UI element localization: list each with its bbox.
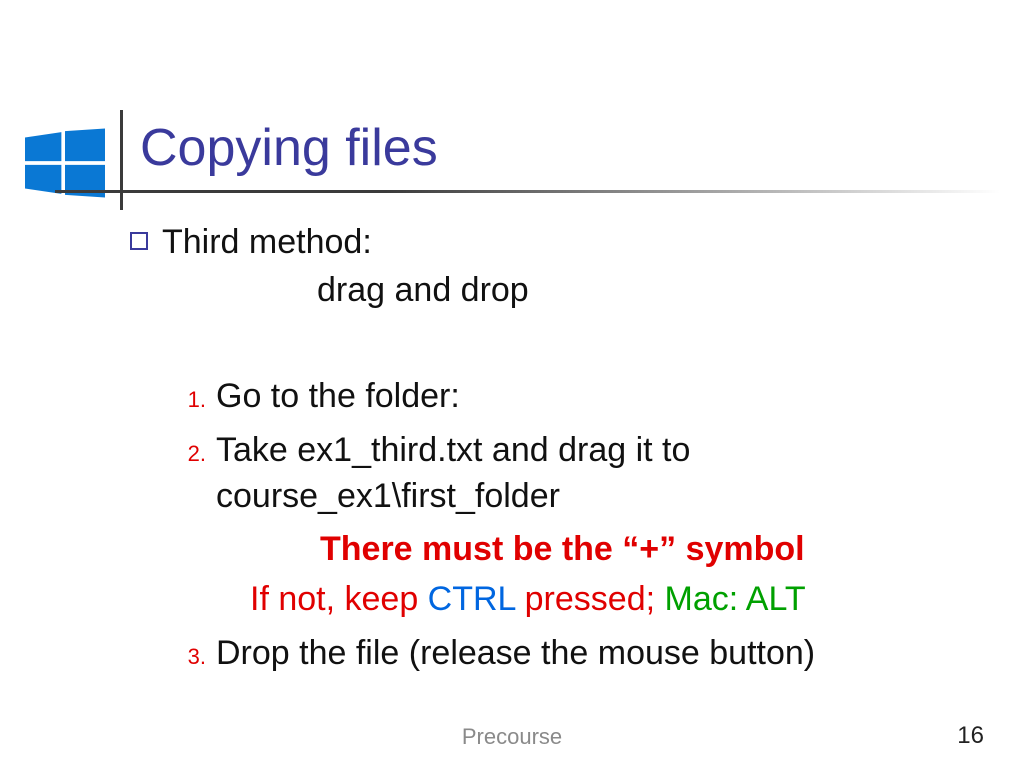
bullet-text: Third method: drag and drop	[162, 220, 980, 314]
step-number: 1.	[180, 374, 206, 415]
step-number: 3.	[180, 631, 206, 672]
step-text: Take ex1_third.txt and drag it to course…	[216, 428, 980, 520]
bullet-sub: drag and drop	[162, 268, 980, 314]
slide-title: Copying files	[140, 118, 438, 178]
hint-mid: pressed;	[515, 580, 664, 618]
hint-ctrl: CTRL	[428, 580, 516, 618]
slide-header: Copying files	[0, 110, 1024, 210]
step-text: Drop the file (release the mouse button)	[216, 631, 980, 677]
hint-line: If not, keep CTRL pressed; Mac: ALT	[250, 577, 980, 623]
hint-pre: If not, keep	[250, 580, 428, 618]
step-2: 2. Take ex1_third.txt and drag it to cou…	[180, 428, 980, 520]
step-3: 3. Drop the file (release the mouse butt…	[180, 631, 980, 677]
footer-label: Precourse	[0, 724, 1024, 750]
header-vertical-rule	[120, 110, 123, 210]
page-number: 16	[957, 722, 984, 750]
step-text: Go to the folder:	[216, 374, 980, 420]
ordered-steps: 1. Go to the folder: 2. Take ex1_third.t…	[180, 374, 980, 677]
hint-mac: Mac: ALT	[665, 580, 806, 618]
step-1: 1. Go to the folder:	[180, 374, 980, 420]
emphasis-note: There must be the “+” symbol	[320, 527, 980, 573]
windows-logo-icon	[25, 128, 105, 198]
slide-body: Third method: drag and drop 1. Go to the…	[130, 220, 980, 685]
header-horizontal-rule	[55, 190, 1000, 193]
bullet-heading: Third method:	[162, 223, 372, 261]
top-bullet: Third method: drag and drop	[130, 220, 980, 314]
bullet-square-icon	[130, 232, 148, 250]
step-number: 2.	[180, 428, 206, 469]
